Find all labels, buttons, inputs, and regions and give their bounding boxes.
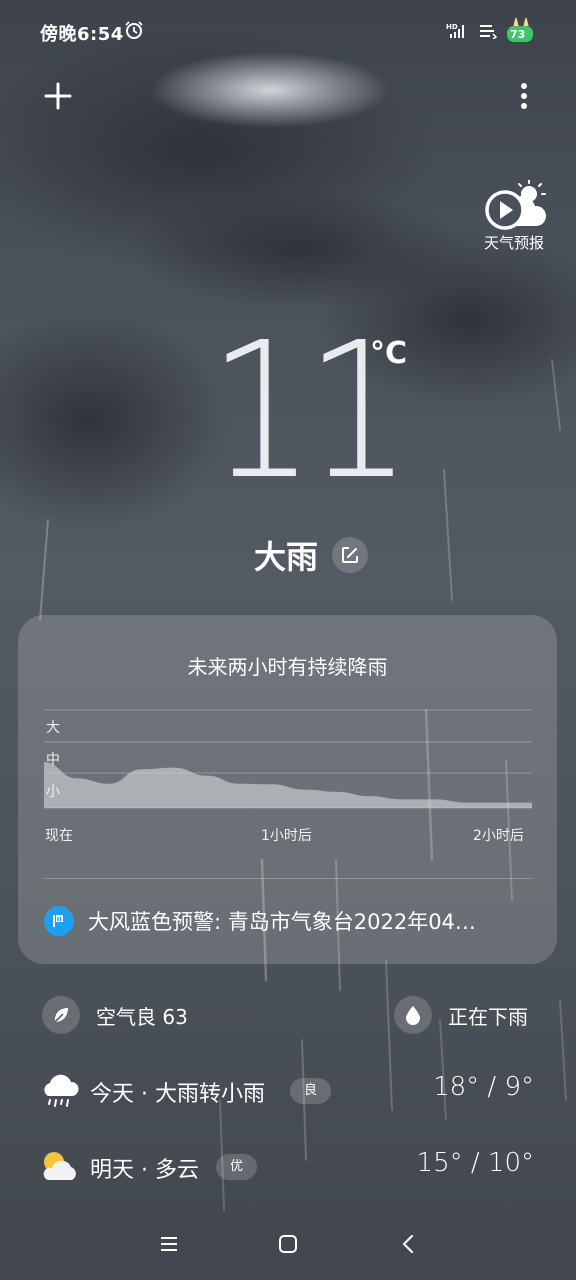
current-condition: 大雨: [254, 532, 369, 578]
precipitation-area: [44, 762, 532, 808]
temp-range-today: 18° / 9°: [433, 1072, 534, 1102]
back-icon[interactable]: [397, 1232, 421, 1256]
precipitation-chart: 大 中 小: [44, 705, 532, 815]
aqi-badge-today: 良: [290, 1078, 332, 1104]
precipitation-chart-svg: [44, 709, 532, 809]
precipitation-title: 未来两小时有持续降雨: [187, 655, 388, 679]
quick-info-row: 空气良 63 正在下雨: [42, 995, 536, 1035]
alarm-icon: [125, 21, 143, 39]
temp-range-tomorrow: 15° / 10°: [416, 1148, 534, 1178]
x-label-1h: 1小时后: [261, 828, 312, 844]
weather-video-button[interactable]: 天气预报: [474, 180, 554, 256]
home-icon[interactable]: [276, 1232, 300, 1256]
status-time: 傍晚6:54: [40, 24, 124, 45]
status-bar: 傍晚6:54 HD 73: [0, 16, 576, 48]
battery-level: 73: [510, 28, 526, 41]
condition-text: 大雨: [254, 538, 319, 576]
y-label-light: 小: [46, 784, 60, 800]
y-label-heavy: 大: [46, 720, 60, 736]
y-label-medium: 中: [46, 752, 60, 768]
edit-icon-button[interactable]: [332, 537, 369, 573]
more-options-button[interactable]: [510, 78, 538, 114]
edit-icon: [342, 547, 359, 563]
menu-icon[interactable]: [157, 1232, 181, 1256]
x-label-2h: 2小时后: [473, 828, 524, 844]
forecast-row-tomorrow[interactable]: 明天 · 多云 优 15° / 10°: [40, 1146, 540, 1190]
forecast-row-today[interactable]: 今天 · 大雨转小雨 良 18° / 9°: [40, 1070, 540, 1114]
system-navigation-bar: [0, 1220, 576, 1270]
partly-cloudy-icon: [43, 1152, 76, 1180]
weather-video-label: 天气预报: [483, 234, 544, 252]
forecast-day-today: 今天 · 大雨转小雨: [90, 1082, 265, 1107]
air-quality-label[interactable]: 空气良 63: [96, 1001, 188, 1030]
play-cloud-sun-icon: [485, 180, 547, 230]
raindrop-icon: [394, 996, 432, 1034]
alert-text: 大风蓝色预警: 青岛市气象台2022年04…: [88, 910, 476, 934]
network-speed-icon: [480, 25, 498, 39]
rain-cloud-icon: [44, 1074, 79, 1107]
hd-signal-icon: HD: [446, 23, 464, 38]
aqi-badge-tomorrow: 优: [216, 1154, 258, 1180]
rain-status-label[interactable]: 正在下雨: [448, 1001, 528, 1030]
svg-text:HD: HD: [446, 23, 458, 31]
alert-flag-icon: [44, 906, 74, 936]
precipitation-card[interactable]: 未来两小时有持续降雨 大 中 小 现在 1小时后 2小时后 大风蓝色预警: 青岛…: [18, 615, 557, 964]
weather-alert[interactable]: 大风蓝色预警: 青岛市气象台2022年04…: [44, 905, 532, 937]
forecast-day-tomorrow: 明天 · 多云: [90, 1158, 199, 1183]
card-divider: [44, 878, 532, 879]
leaf-icon: [42, 996, 80, 1034]
x-label-now: 现在: [45, 828, 73, 844]
temperature-unit: °C: [370, 336, 408, 371]
add-city-button[interactable]: [40, 78, 76, 114]
